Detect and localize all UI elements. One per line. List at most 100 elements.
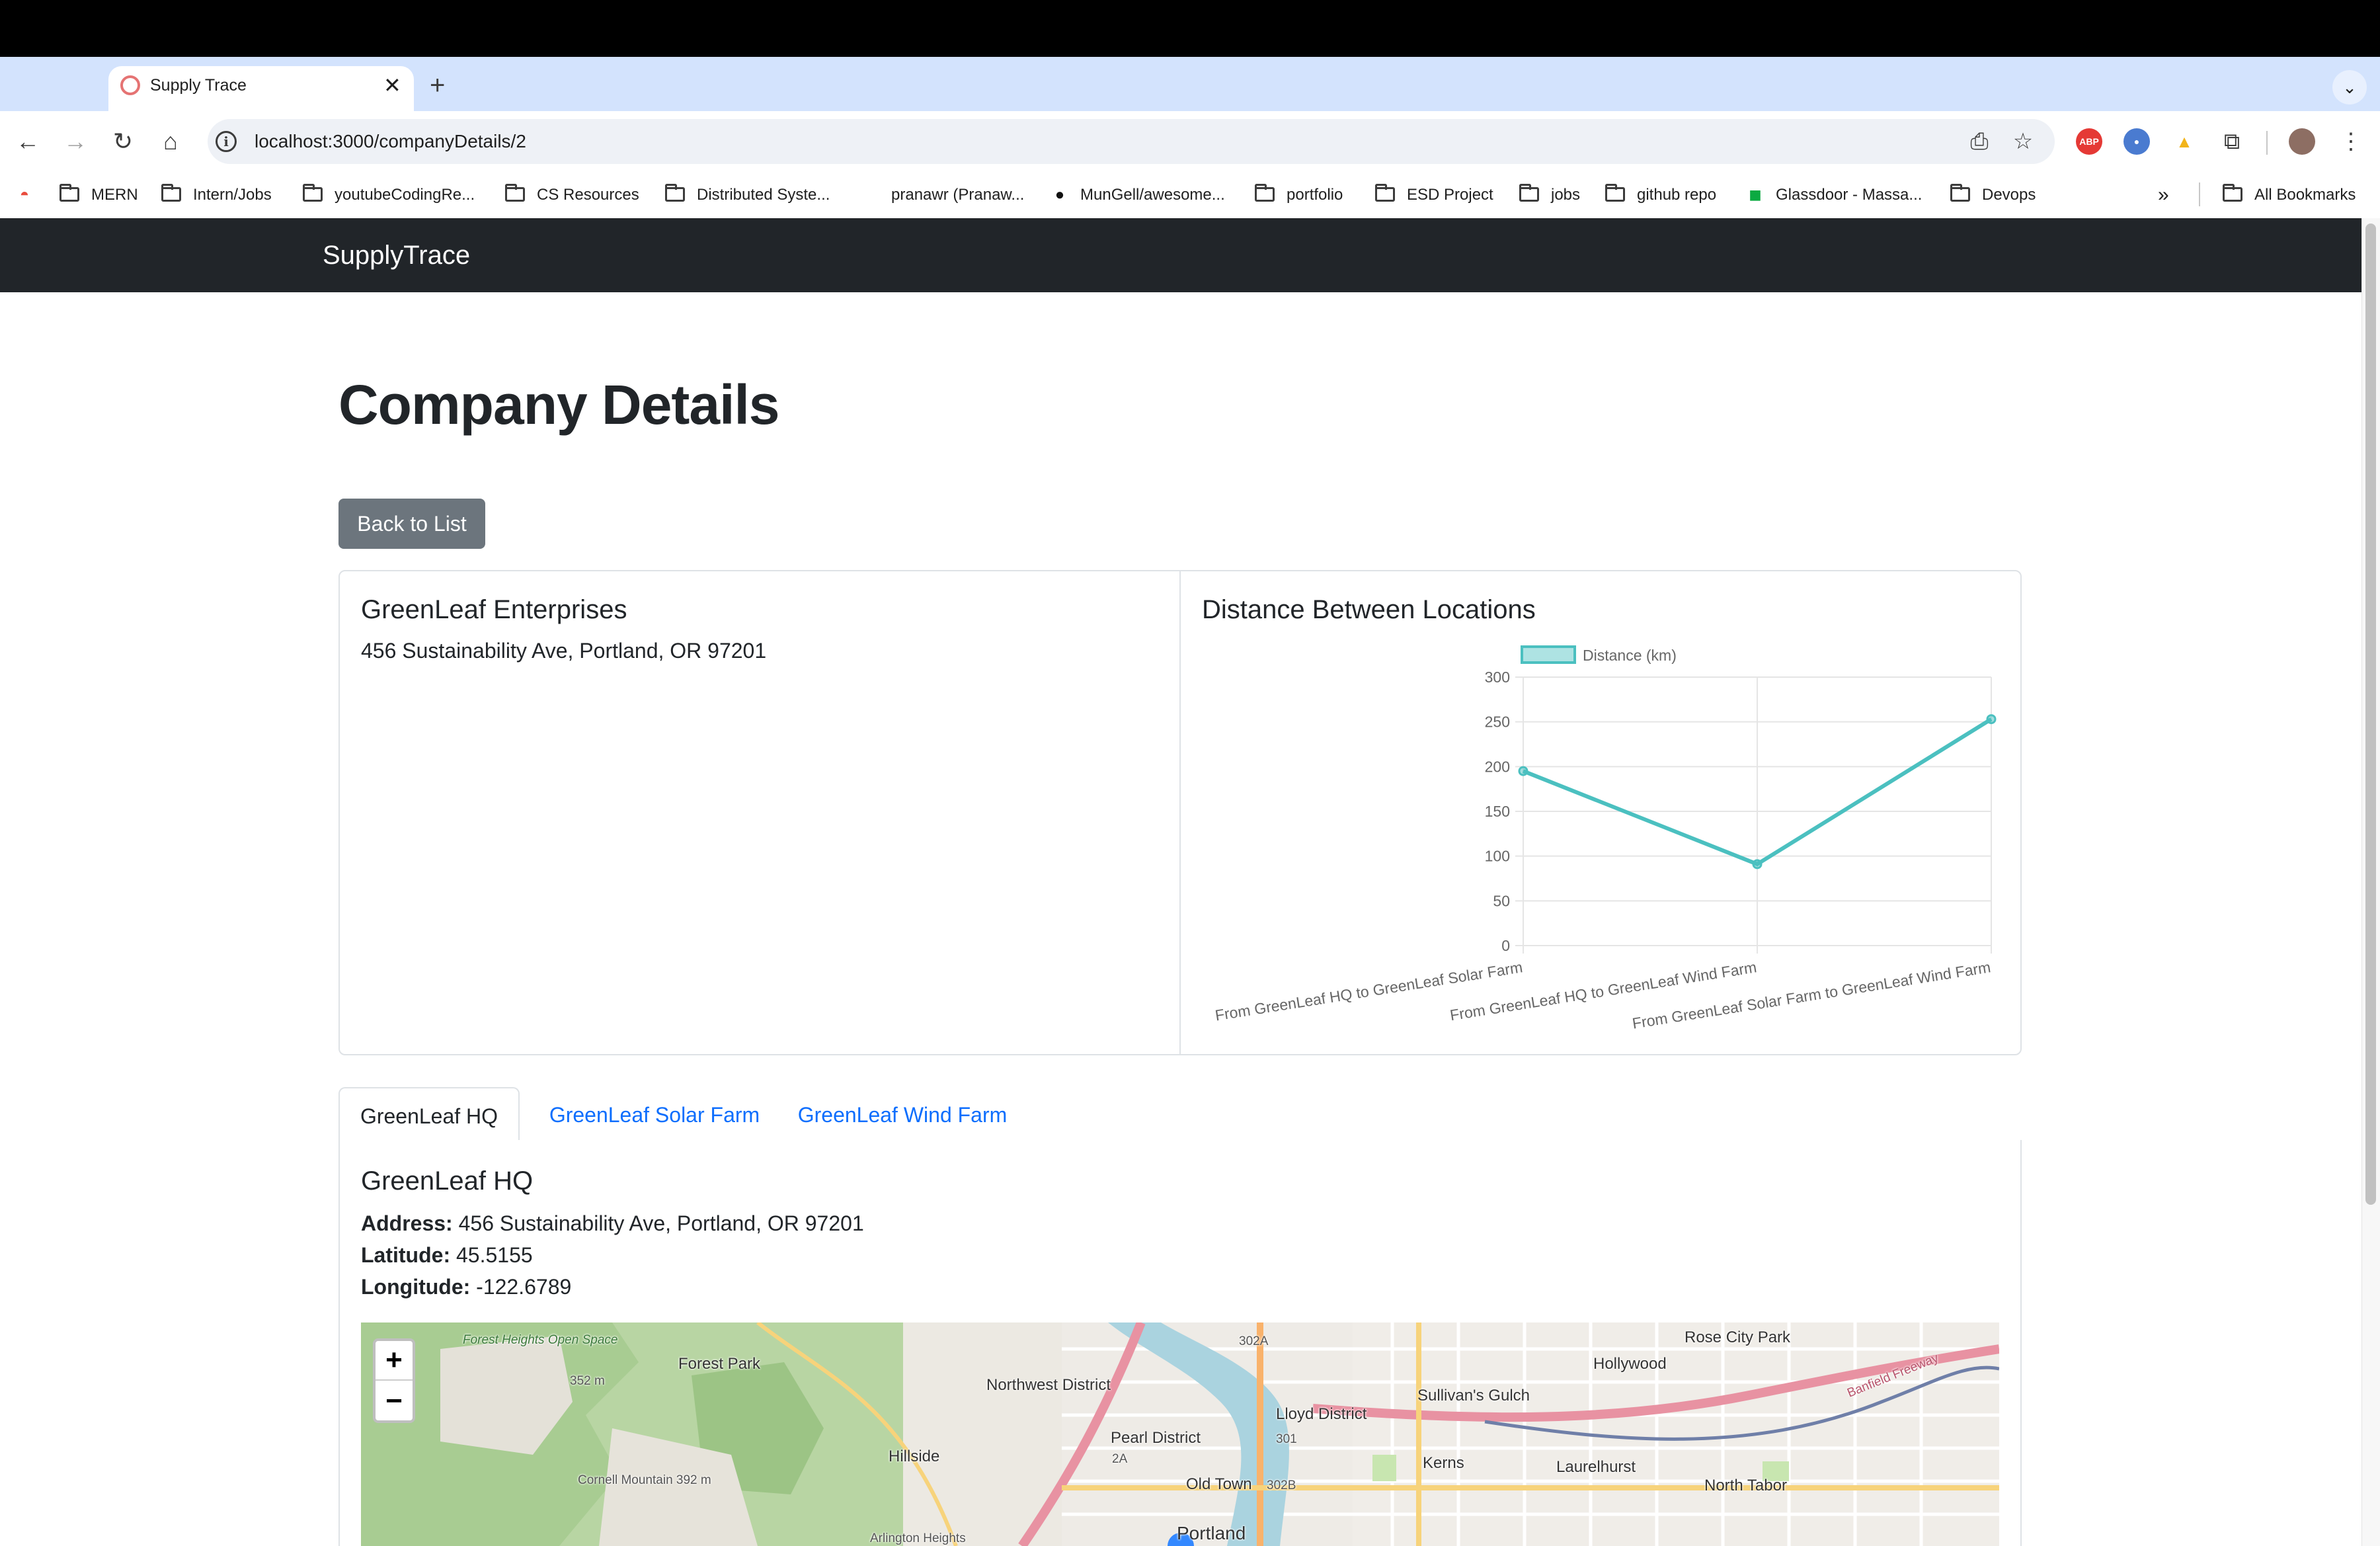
company-address: 456 Sustainability Ave, Portland, OR 972…: [361, 639, 767, 663]
install-app-icon[interactable]: ⎙: [1962, 124, 1997, 159]
folder-icon: [1950, 184, 1970, 202]
y-tick-label: 150: [1485, 803, 1510, 820]
new-tab-icon[interactable]: +: [430, 70, 445, 101]
extension-bee-icon[interactable]: ▲: [2171, 128, 2198, 155]
distance-line-chart: 050100150200250300From GreenLeaf HQ to G…: [1214, 645, 1997, 1032]
y-tick-label: 0: [1501, 937, 1510, 954]
location-latitude: Latitude: 45.5155: [361, 1243, 533, 1267]
map-label-lloyd-district: Lloyd District: [1276, 1405, 1367, 1423]
tab-greenleaf-solar-farm[interactable]: GreenLeaf Solar Farm: [534, 1087, 775, 1143]
bookmark-pranawr[interactable]: pranawr (Pranaw...: [861, 180, 1024, 210]
y-tick-label: 300: [1485, 669, 1510, 686]
folder-icon: [1519, 184, 1539, 202]
adblock-plus-icon[interactable]: ABP: [2076, 128, 2102, 155]
folder-icon: [505, 184, 525, 202]
zoom-out-button[interactable]: −: [376, 1382, 413, 1420]
bookmark-github-repo[interactable]: github repo: [1605, 180, 1716, 210]
map-label-forest-heights: Forest Heights Open Space: [463, 1333, 618, 1347]
location-address: Address: 456 Sustainability Ave, Portlan…: [361, 1211, 864, 1235]
map-label-pearl-district: Pearl District: [1111, 1429, 1201, 1447]
tab-close-icon[interactable]: ✕: [383, 71, 401, 99]
forward-arrow-icon[interactable]: →: [57, 123, 94, 160]
map-label-exit-302a: 302A: [1239, 1334, 1269, 1348]
location-longitude: Longitude: -122.6789: [361, 1275, 572, 1299]
map-label-forest-park: Forest Park: [678, 1355, 761, 1373]
apps-rainbow-icon[interactable]: ◓: [15, 180, 45, 210]
map-label-old-town: Old Town: [1186, 1475, 1252, 1493]
map-label-sullivans-gulch: Sullivan's Gulch: [1417, 1387, 1530, 1404]
page-title: Company Details: [338, 374, 780, 436]
y-tick-label: 200: [1485, 758, 1510, 775]
y-tick-label: 50: [1493, 892, 1510, 909]
bookmark-jobs[interactable]: jobs: [1519, 180, 1580, 210]
y-tick-label: 250: [1485, 713, 1510, 731]
address-bar-url[interactable]: localhost:3000/companyDetails/2: [255, 127, 526, 156]
bookmark-devops[interactable]: Devops: [1950, 180, 2036, 210]
tab-greenleaf-wind-farm[interactable]: GreenLeaf Wind Farm: [781, 1087, 1023, 1143]
all-bookmarks-button[interactable]: All Bookmarks: [2223, 180, 2356, 210]
tab-search-chevron-icon[interactable]: ⌄: [2332, 70, 2367, 104]
folder-icon: [1605, 184, 1625, 202]
map-label-arlington-heights: Arlington Heights: [870, 1531, 966, 1545]
tab-title: Supply Trace: [150, 76, 247, 95]
browser-toolbar: ← → ↻ ⌂ i localhost:3000/companyDetails/…: [0, 111, 2380, 172]
map-label-laurelhurst: Laurelhurst: [1556, 1458, 1636, 1476]
folder-icon: [1375, 184, 1395, 202]
profile-avatar[interactable]: [2289, 128, 2315, 155]
more-bookmarks-chevron-icon[interactable]: »: [2158, 180, 2169, 210]
map-label-hollywood: Hollywood: [1593, 1355, 1667, 1373]
data-point: [1986, 714, 1997, 725]
bookmark-mern[interactable]: MERN: [60, 180, 138, 210]
map-label-north-tabor: North Tabor: [1704, 1477, 1787, 1494]
map-label-portland: Portland: [1177, 1523, 1246, 1543]
bookmark-star-icon[interactable]: ☆: [2006, 124, 2040, 159]
bookmark-glassdoor[interactable]: ◼ Glassdoor - Massa...: [1745, 180, 1922, 210]
app-navbar: SupplyTrace: [0, 218, 2361, 292]
glassdoor-icon: ◼: [1749, 186, 1762, 204]
back-arrow-icon[interactable]: ←: [9, 123, 46, 160]
map-label-2a: 2A: [1112, 1452, 1128, 1466]
bookmark-esd-project[interactable]: ESD Project: [1375, 180, 1493, 210]
location-name: GreenLeaf HQ: [361, 1166, 534, 1196]
company-name: GreenLeaf Enterprises: [361, 595, 627, 624]
legend-swatch: [1521, 645, 1576, 664]
bookmark-portfolio[interactable]: portfolio: [1255, 180, 1343, 210]
folder-icon: [2223, 184, 2242, 202]
zoom-in-button[interactable]: +: [376, 1341, 413, 1379]
bookmarks-separator: [2199, 183, 2200, 206]
site-info-icon[interactable]: i: [216, 131, 237, 152]
browser-menu-icon[interactable]: ⋮: [2332, 123, 2369, 160]
legend-label: Distance (km): [1583, 647, 1677, 664]
github-icon: ●: [1054, 186, 1065, 204]
extensions-puzzle-icon[interactable]: ⧉: [2213, 123, 2250, 160]
bookmark-mungell-awesome[interactable]: ● MunGell/awesome...: [1050, 180, 1225, 210]
reload-icon[interactable]: ↻: [104, 123, 141, 160]
zoom-divider: [376, 1379, 413, 1381]
page-scrollbar-thumb[interactable]: [2365, 224, 2376, 1205]
tab-greenleaf-hq[interactable]: GreenLeaf HQ: [338, 1087, 520, 1143]
chart-title: Distance Between Locations: [1202, 595, 1536, 624]
map-label-exit-301: 301: [1276, 1432, 1297, 1446]
navbar-brand[interactable]: SupplyTrace: [323, 237, 470, 274]
map-label-elevation-352: 352 m: [570, 1374, 605, 1388]
map-label-hillside: Hillside: [889, 1447, 940, 1465]
map-label-cornell-mountain: Cornell Mountain 392 m: [578, 1473, 711, 1487]
map-label-northwest-district: Northwest District: [986, 1376, 1111, 1394]
os-menu-bar: [0, 0, 2380, 57]
bookmark-distributed-systems[interactable]: Distributed Syste...: [665, 180, 830, 210]
folder-icon: [303, 184, 323, 202]
bookmark-youtube-coding[interactable]: youtubeCodingRe...: [303, 180, 475, 210]
back-to-list-button[interactable]: Back to List: [338, 499, 485, 549]
map-label-kerns: Kerns: [1423, 1454, 1464, 1472]
map-label-exit-302b: 302B: [1267, 1479, 1296, 1492]
extension-globe-icon[interactable]: ●: [2123, 128, 2150, 155]
folder-icon: [161, 184, 181, 202]
folder-icon: [665, 184, 685, 202]
data-point: [1752, 859, 1763, 870]
home-icon[interactable]: ⌂: [152, 123, 189, 160]
bookmark-cs-resources[interactable]: CS Resources: [505, 180, 639, 210]
bookmark-intern-jobs[interactable]: Intern/Jobs: [161, 180, 272, 210]
y-tick-label: 100: [1485, 848, 1510, 865]
folder-icon: [60, 184, 79, 202]
browser-tab-strip: Supply Trace ✕ + ⌄: [0, 57, 2380, 111]
